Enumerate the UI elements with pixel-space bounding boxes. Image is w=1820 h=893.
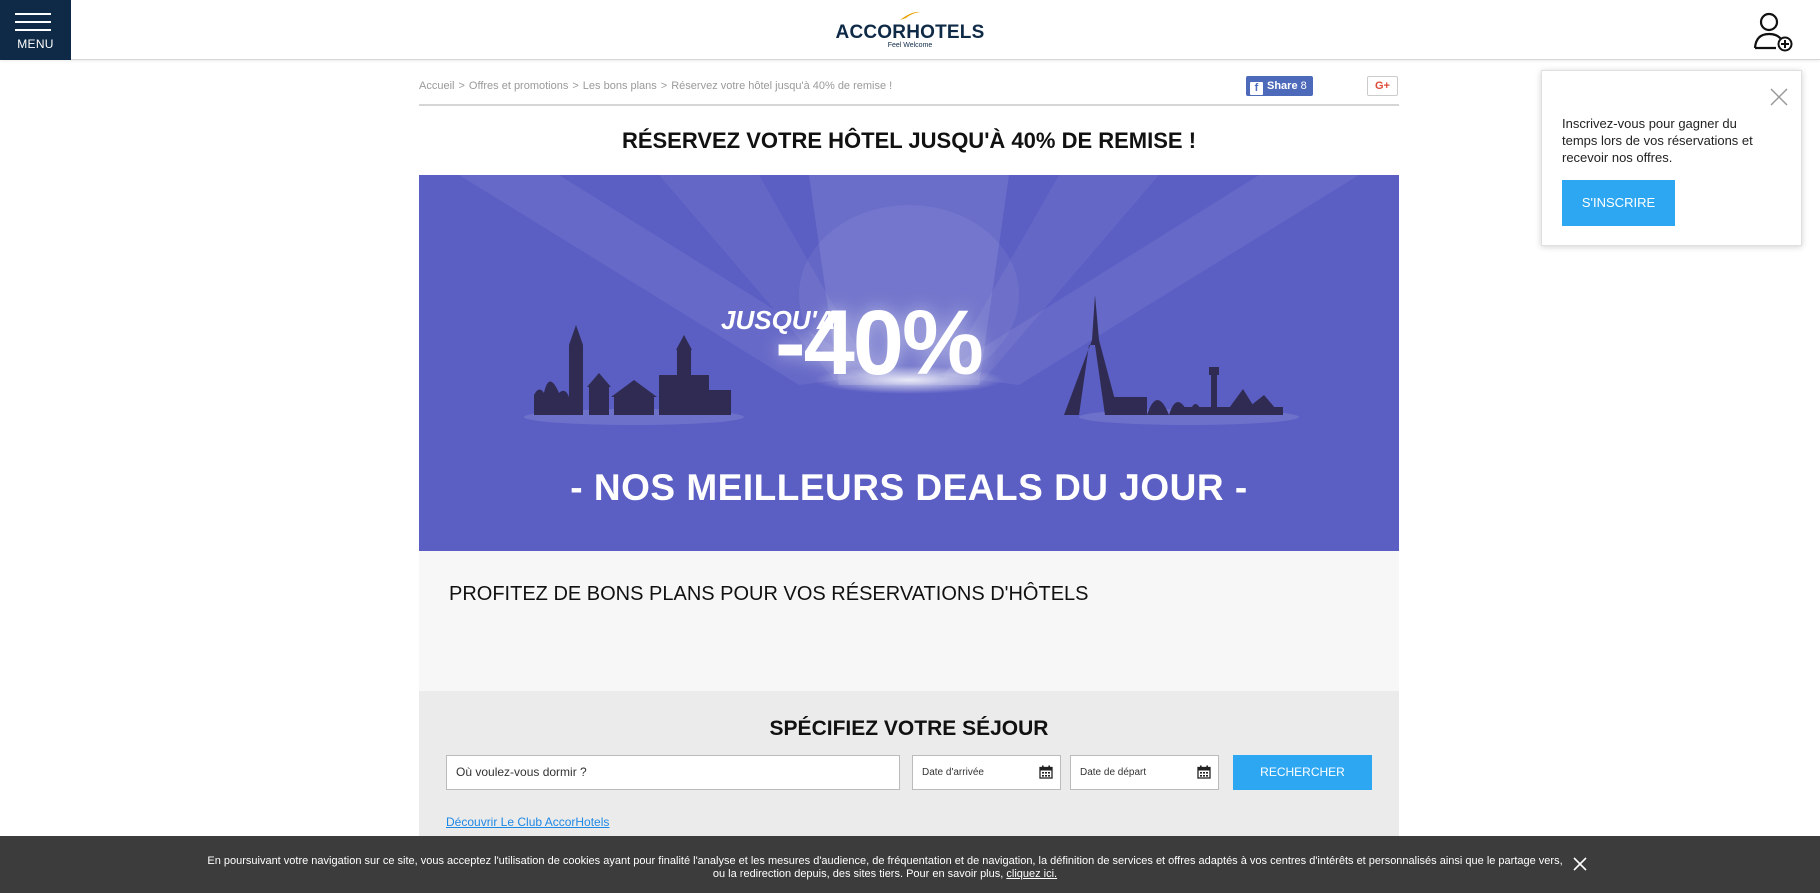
breadcrumb-separator: > (660, 80, 668, 92)
cookie-more-link[interactable]: cliquez ici. (1006, 868, 1057, 880)
search-button[interactable]: RECHERCHER (1233, 755, 1372, 790)
facebook-icon: f (1250, 82, 1263, 95)
search-section: SPÉCIFIEZ VOTRE SÉJOUR Où voulez-vous do… (419, 691, 1399, 836)
breadcrumb-item-offres[interactable]: Offres et promotions (469, 80, 568, 92)
promo-section: PROFITEZ DE BONS PLANS POUR VOS RÉSERVAT… (419, 551, 1399, 691)
banner-deals-text: - NOS MEILLEURS DEALS DU JOUR - (570, 467, 1248, 508)
page-title: RÉSERVEZ VOTRE HÔTEL JUSQU'À 40% DE REMI… (621, 128, 1197, 153)
signup-popup: Inscrivez-vous pour gagner du temps lors… (1541, 70, 1802, 246)
accorhotels-logo[interactable]: ACCORHOTELS Feel Welcome (830, 8, 990, 52)
user-add-icon[interactable] (1752, 10, 1796, 52)
arrival-date-field[interactable]: Date d'arrivée (912, 755, 1061, 790)
search-title: SPÉCIFIEZ VOTRE SÉJOUR (769, 717, 1049, 740)
breadcrumb: Accueil > Offres et promotions > Les bons pl… (419, 80, 892, 92)
arrival-date-placeholder: Date d'arrivée (922, 767, 984, 778)
club-accorhotels-link[interactable]: Découvrir Le Club AccorHotels (446, 815, 609, 829)
breadcrumb-item-accueil[interactable]: Accueil (419, 80, 454, 92)
cookie-close-icon[interactable] (1572, 856, 1588, 872)
breadcrumb-item-current: Réservez votre hôtel jusqu'à 40% de remi… (671, 80, 893, 92)
calendar-icon (1039, 765, 1053, 779)
facebook-share-button[interactable]: f Share 8 (1246, 76, 1313, 96)
menu-label: MENU (17, 37, 54, 51)
google-plus-button[interactable]: G+ (1367, 76, 1398, 96)
facebook-share-label: Share (1267, 80, 1298, 92)
calendar-icon (1197, 765, 1211, 779)
breadcrumb-separator: > (458, 80, 465, 92)
breadcrumb-item-bons-plans[interactable]: Les bons plans (583, 80, 657, 92)
cookie-message: En poursuivant votre navigation sur ce s… (207, 855, 1563, 880)
banner-discount-text: -40% (775, 292, 984, 394)
departure-date-placeholder: Date de départ (1080, 767, 1147, 778)
promo-banner: JUSQU'A -40% - NOS MEILLEURS DEALS DU JO… (419, 175, 1399, 551)
signup-button[interactable]: S'INSCRIRE (1562, 180, 1675, 226)
breadcrumb-bar: Accueil > Offres et promotions > Les bons pl… (419, 76, 1399, 106)
logo-tagline: Feel Welcome (887, 42, 933, 49)
close-icon[interactable] (1769, 87, 1789, 107)
breadcrumb-separator: > (572, 80, 579, 92)
site-header: MENU ACCORHOTELS Feel Welcome (0, 0, 1820, 60)
cookie-banner: En poursuivant votre navigation sur ce s… (0, 836, 1820, 893)
promo-heading: PROFITEZ DE BONS PLANS POUR VOS RÉSERVAT… (449, 583, 1089, 605)
hamburger-icon (15, 13, 51, 37)
menu-button[interactable]: MENU (0, 0, 71, 60)
logo-brand-text: ACCORHOTELS (835, 22, 985, 43)
logo-swoosh-icon (900, 11, 920, 20)
destination-input[interactable]: Où voulez-vous dormir ? (446, 755, 900, 790)
departure-date-field[interactable]: Date de départ (1070, 755, 1219, 790)
cookie-text-block: En poursuivant votre navigation sur ce s… (200, 855, 1570, 881)
facebook-share-count: 8 (1300, 80, 1307, 92)
signup-message: Inscrivez-vous pour gagner du temps lors… (1562, 116, 1753, 165)
